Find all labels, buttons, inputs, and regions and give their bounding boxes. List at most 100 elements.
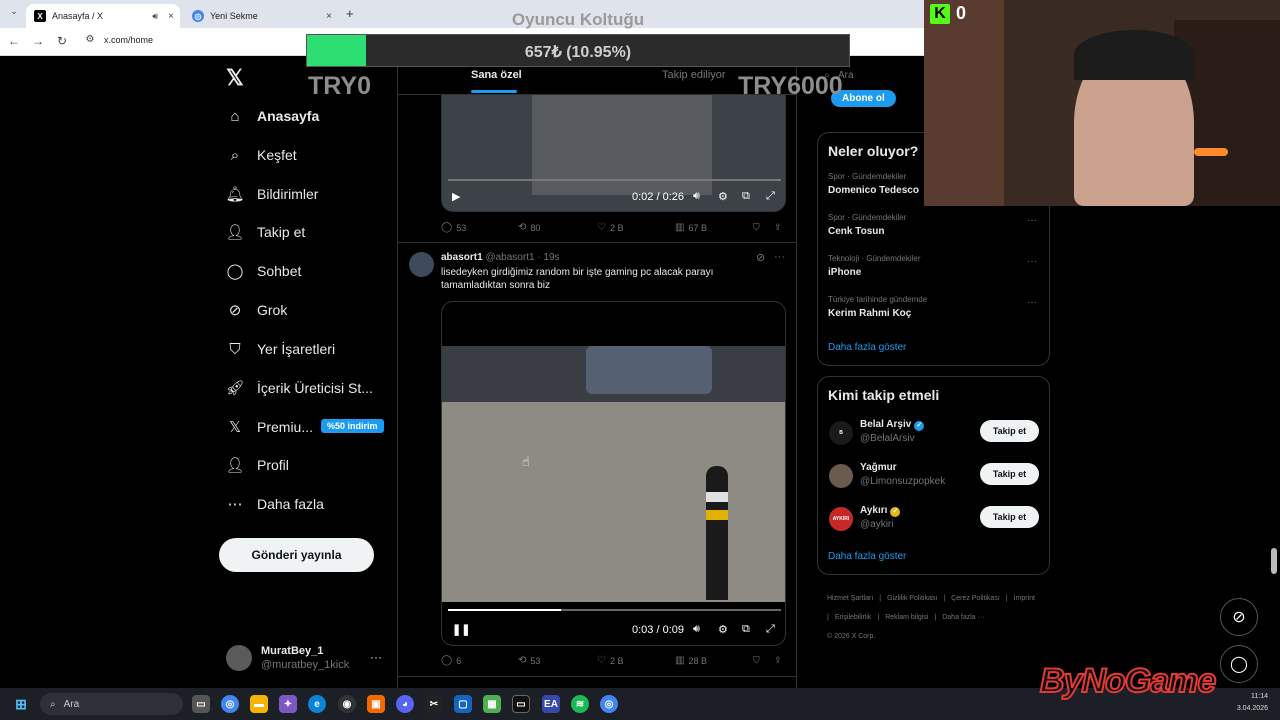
follow-button[interactable]: Takip et <box>980 463 1039 485</box>
task-view-icon[interactable]: ▭ <box>192 695 210 713</box>
file-explorer-icon[interactable]: ▬ <box>250 695 268 713</box>
chrome-icon[interactable]: ◎ <box>600 695 618 713</box>
share-icon[interactable]: ⇪ <box>774 655 782 666</box>
sidebar-item-9[interactable]: 𝕏 Premiu... <box>226 416 313 438</box>
bookmark-icon[interactable]: ⛉ <box>753 655 760 666</box>
speaker-icon[interactable]: 🔊︎ <box>152 11 158 22</box>
play-icon[interactable]: ▶ <box>452 190 460 203</box>
footer-link[interactable]: Reklam bilgisi <box>885 614 928 621</box>
trend-name[interactable]: iPhone <box>828 267 861 278</box>
post-video[interactable]: ❚❚ 0:03 / 0:09 🔊︎ ⚙︎ ⧉ ⤢ <box>441 301 786 646</box>
who-handle[interactable]: @Limonsuzpopkek <box>860 476 945 487</box>
sidebar-item-7[interactable]: ⛉ Yer İşaretleri <box>226 338 335 360</box>
messages-fab-icon[interactable]: ◯ <box>1220 645 1258 683</box>
x-logo-icon[interactable]: 𝕏 <box>226 65 244 91</box>
footer-link[interactable]: İmprint <box>1014 595 1035 602</box>
sidebar-item-2[interactable]: ⌕ Keşfet <box>226 144 297 166</box>
user-name[interactable]: MuratBey_1 <box>261 645 323 657</box>
fullscreen-icon[interactable]: ⤢ <box>766 190 775 203</box>
who-name[interactable]: Aykırı ✓ <box>860 505 901 517</box>
avatar[interactable] <box>829 464 853 488</box>
sidebar-item-11[interactable]: ⋯ Daha fazla <box>226 493 324 515</box>
like-button[interactable]: ♡ 2 B <box>597 222 623 233</box>
user-handle[interactable]: @muratbey_1kick <box>261 659 349 671</box>
avatar[interactable]: AYKIRI <box>829 507 853 531</box>
fullscreen-icon[interactable]: ⤢ <box>766 623 775 636</box>
close-icon[interactable]: × <box>168 11 174 22</box>
volume-icon[interactable]: 🔊︎ <box>693 623 700 636</box>
obs-icon[interactable]: ◉ <box>338 695 356 713</box>
forward-icon[interactable]: → <box>30 34 46 48</box>
tab-for-you[interactable]: Sana özel <box>471 69 522 81</box>
reload-icon[interactable]: ↻ <box>54 34 70 48</box>
post-time[interactable]: · 19s <box>537 252 559 263</box>
tab-list-chevron-icon[interactable]: ⌄ <box>6 6 22 17</box>
app-icon[interactable]: ▢ <box>454 695 472 713</box>
scrollbar[interactable] <box>1271 548 1277 574</box>
edge-icon[interactable]: e <box>308 695 326 713</box>
bookmark-icon[interactable]: ⛉ <box>753 222 760 233</box>
more-icon[interactable]: ··· <box>1027 297 1037 308</box>
back-icon[interactable]: ← <box>6 34 22 48</box>
settings-icon[interactable]: ⚙︎ <box>718 190 728 203</box>
follow-button[interactable]: Takip et <box>980 506 1039 528</box>
terminal-icon[interactable]: ▭ <box>512 695 530 713</box>
sidebar-item-5[interactable]: ◯ Sohbet <box>226 260 302 282</box>
trend-name[interactable]: Kerim Rahmi Koç <box>828 308 911 319</box>
reply-button[interactable]: ◯ 6 <box>441 655 461 666</box>
who-name[interactable]: Belal Arşiv ✓ <box>860 419 925 431</box>
clock-time[interactable]: 11:14 <box>1222 693 1268 700</box>
trend-name[interactable]: Domenico Tedesco <box>828 185 919 196</box>
sidebar-item-3[interactable]: 🔔︎ Bildirimler <box>225 183 318 205</box>
pause-icon[interactable]: ❚❚ <box>452 623 470 636</box>
trend-name[interactable]: Cenk Tosun <box>828 226 884 237</box>
who-handle[interactable]: @BelalArsiv <box>860 433 915 444</box>
trends-show-more[interactable]: Daha fazla göster <box>828 342 906 353</box>
sidebar-item-6[interactable]: ⊘ Grok <box>226 299 288 321</box>
tab-following[interactable]: Takip ediliyor <box>662 69 726 81</box>
url-field[interactable]: x.com/home <box>104 35 153 45</box>
views-button[interactable]: ▥ 28 B <box>675 655 707 666</box>
sidebar-item-4[interactable]: 👤︎ Takip et <box>225 221 305 243</box>
share-icon[interactable]: ⇪ <box>774 222 782 233</box>
sidebar-item-10[interactable]: 👤︎ Profil <box>225 454 288 476</box>
avatar[interactable]: B <box>829 421 853 445</box>
sidebar-item-1[interactable]: ⌂ Anasayfa <box>226 105 319 127</box>
footer-link[interactable]: Hizmet Şartları <box>827 595 873 602</box>
footer-link[interactable]: Erişilebilirlik <box>835 614 872 621</box>
post-video[interactable]: ▶ 0:02 / 0:26 🔊︎ ⚙︎ ⧉ ⤢ <box>441 94 786 212</box>
spotify-icon[interactable]: ≋ <box>571 695 589 713</box>
windows-start-icon[interactable]: ⊞ <box>12 695 30 713</box>
taskbar-search[interactable]: ⌕ Ara <box>40 693 183 715</box>
more-icon[interactable]: ··· <box>370 650 382 664</box>
footer-link[interactable]: Çerez Politikası <box>951 595 1000 602</box>
grok-icon[interactable]: ⊘ <box>756 251 765 264</box>
video-progress-track[interactable] <box>448 609 781 611</box>
pip-icon[interactable]: ⧉ <box>742 190 750 203</box>
discord-icon[interactable]: ◕ <box>396 695 414 713</box>
capcut-icon[interactable]: ✂ <box>425 695 443 713</box>
sidebar-item-8[interactable]: 🚀︎ İçerik Üreticisi St... <box>225 377 372 399</box>
pip-icon[interactable]: ⧉ <box>742 623 750 636</box>
author-handle[interactable]: @abasort1 <box>485 252 534 263</box>
site-settings-icon[interactable]: ⚙︎ <box>82 34 98 45</box>
avatar[interactable] <box>409 252 434 277</box>
clock-date[interactable]: 3.04.2026 <box>1222 705 1268 712</box>
more-icon[interactable]: ··· <box>1027 215 1037 226</box>
post-button[interactable]: Gönderi yayınla <box>219 538 374 572</box>
tab-home[interactable]: X Anasayfa / X 🔊︎ × <box>26 4 180 28</box>
avatar[interactable] <box>226 645 252 671</box>
footer-link[interactable]: © 2026 X Corp. <box>827 633 875 640</box>
more-icon[interactable]: ··· <box>774 251 785 263</box>
footer-link[interactable]: Gizlilik Politikası <box>887 595 937 602</box>
who-show-more[interactable]: Daha fazla göster <box>828 551 906 562</box>
author-name[interactable]: abasort1 <box>441 252 483 263</box>
chrome-icon[interactable]: ◎ <box>221 695 239 713</box>
ea-icon[interactable]: EA <box>542 695 560 713</box>
minecraft-icon[interactable]: ▦ <box>483 695 501 713</box>
repost-button[interactable]: ⟲ 80 <box>518 222 540 233</box>
more-icon[interactable]: ··· <box>1027 256 1037 267</box>
footer-link[interactable]: Daha fazla ··· <box>942 614 984 621</box>
volume-icon[interactable]: 🔊︎ <box>693 190 700 203</box>
store-icon[interactable]: ▣ <box>367 695 385 713</box>
